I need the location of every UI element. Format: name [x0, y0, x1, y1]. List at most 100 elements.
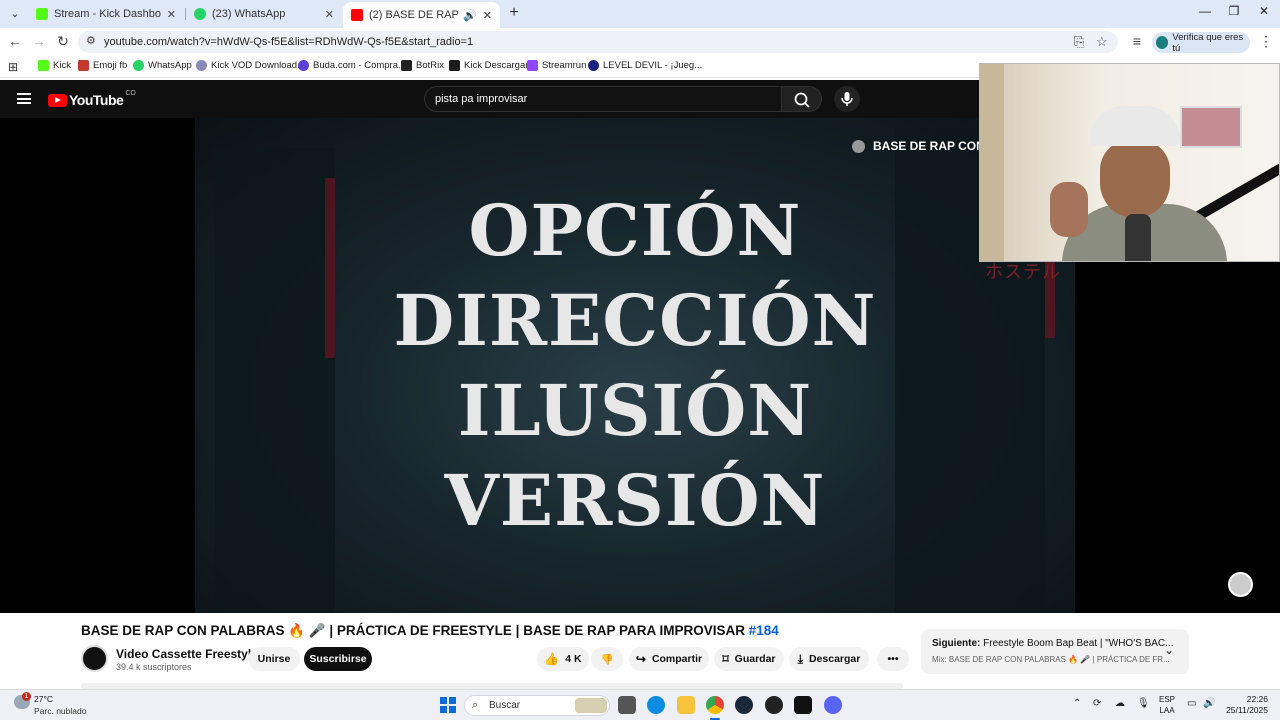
video-frame[interactable]: ホステル OPCIÓN DIRECCIÓN ILUSIÓN VERSIÓN	[195, 118, 1075, 613]
new-tab-button[interactable]: +	[505, 4, 523, 22]
tiktok-icon[interactable]	[794, 696, 812, 714]
reload-icon[interactable]: ↻	[54, 33, 72, 50]
voice-search-button[interactable]	[834, 86, 860, 112]
temperature[interactable]: 27°C	[34, 694, 53, 704]
edge-icon[interactable]	[647, 696, 665, 714]
system-clock[interactable]: 22:26 25/11/2025	[1222, 694, 1268, 716]
minimize-icon[interactable]: —	[1190, 4, 1220, 18]
bookmark-label: Buda.com - Compra...	[313, 60, 406, 71]
weather-condition[interactable]: Parc. nublado	[34, 706, 86, 716]
close-tab-icon[interactable]: ✕	[325, 8, 334, 21]
save-button[interactable]: ⌑ Guardar	[714, 647, 784, 671]
tab-whatsapp[interactable]: (23) WhatsApp ✕	[186, 2, 342, 26]
bookmark-level-devil[interactable]: LEVEL DEVIL - ¡Jueg...	[588, 60, 702, 71]
site-info-icon[interactable]: ⚙	[86, 34, 96, 47]
chevron-down-icon[interactable]: ⌄	[1164, 643, 1174, 657]
channel-watermark-icon[interactable]	[1228, 572, 1253, 597]
subscribe-button[interactable]: Suscribirse	[304, 647, 372, 671]
youtube-search-input[interactable]: pista pa improvisar	[424, 86, 782, 112]
tab-youtube-active[interactable]: (2) BASE DE RAP CON PALA 🔊 ✕	[343, 2, 500, 28]
verify-profile-button[interactable]: Verifica que eres tú	[1152, 32, 1250, 54]
taskbar-search-label: Buscar	[489, 700, 521, 711]
bookmark-whatsapp[interactable]: WhatsApp	[133, 60, 192, 71]
hashtag-link[interactable]: #184	[749, 623, 779, 638]
country-code: CO	[125, 89, 136, 97]
more-actions-button[interactable]: •••	[877, 647, 909, 671]
webcam-overlay	[979, 63, 1280, 262]
channel-avatar[interactable]	[81, 645, 108, 672]
chrome-menu-icon[interactable]: ⋮	[1259, 33, 1273, 50]
bookmark-kick-descargar[interactable]: Kick Descargar	[449, 60, 528, 71]
back-icon[interactable]: ←	[6, 33, 24, 49]
bookmark-streamrun[interactable]: Streamrun	[527, 60, 586, 71]
tab-search-icon[interactable]: ⌄	[6, 5, 24, 23]
youtube-wordmark: YouTube	[69, 92, 124, 108]
bookmark-kick-vod[interactable]: Kick VOD Download...	[196, 60, 305, 71]
up-next-card[interactable]: Siguiente: Freestyle Boom Bap Beat | "WH…	[921, 629, 1189, 674]
windows-start-icon[interactable]	[440, 697, 456, 713]
close-tab-icon[interactable]: ✕	[483, 9, 492, 22]
search-button[interactable]	[782, 86, 822, 112]
address-bar[interactable]: ⚙ youtube.com/watch?v=hWdW-Qs-f5E&list=R…	[78, 31, 1118, 53]
channel-name[interactable]: Video Cassette Freestyle	[116, 647, 258, 661]
video-overlay-title[interactable]: BASE DE RAP CON	[852, 139, 985, 153]
url-text[interactable]: youtube.com/watch?v=hWdW-Qs-f5E&list=RDh…	[104, 36, 473, 48]
obs-icon[interactable]	[765, 696, 783, 714]
subscriber-count: 39.4 k suscriptores	[116, 662, 192, 672]
kick-icon	[449, 60, 460, 71]
download-site-icon	[196, 60, 207, 71]
dislike-button[interactable]: 👎	[591, 647, 623, 671]
channel-mini-icon	[852, 139, 865, 153]
up-next-label: Siguiente:	[932, 638, 981, 649]
bookmark-botrix[interactable]: BotRix	[401, 60, 444, 71]
microphone-tray-icon[interactable]: 🎙	[1137, 698, 1150, 709]
media-controls-icon[interactable]: ≡	[1128, 33, 1146, 49]
bookmark-label: Kick Descargar	[464, 60, 529, 71]
install-app-icon[interactable]: ⎘	[1074, 34, 1084, 50]
forward-icon[interactable]: →	[30, 33, 48, 49]
bookmark-buda[interactable]: Buda.com - Compra...	[298, 60, 406, 71]
cloud-tray-icon[interactable]: ☁	[1115, 698, 1125, 709]
chrome-icon[interactable]	[706, 696, 724, 714]
display-icon[interactable]: ▭	[1187, 698, 1196, 709]
bookmark-star-icon[interactable]: ☆	[1096, 34, 1108, 50]
tray-overflow-icon[interactable]: ⌃	[1073, 698, 1081, 709]
task-view-icon[interactable]	[618, 696, 636, 714]
file-explorer-icon[interactable]	[677, 696, 695, 714]
language-indicator[interactable]: ESP LAA	[1159, 694, 1175, 716]
kick-icon	[38, 60, 49, 71]
join-button[interactable]: Unirse	[248, 647, 300, 671]
speaker-icon[interactable]: 🔊	[463, 9, 477, 22]
save-label: Guardar	[734, 653, 776, 665]
steam-icon[interactable]	[735, 696, 753, 714]
whatsapp-icon	[133, 60, 144, 71]
thumbs-up-icon: 👍	[544, 652, 560, 666]
download-button[interactable]: ⤓ Descargar	[789, 647, 869, 671]
webcam-background-door	[980, 64, 1004, 261]
discord-icon[interactable]	[824, 696, 842, 714]
close-tab-icon[interactable]: ✕	[167, 8, 176, 21]
mic-arm	[1194, 157, 1279, 221]
like-button[interactable]: 👍 4 K	[537, 647, 589, 671]
tab-kick-dashboard[interactable]: Stream - Kick Dashboard ✕	[28, 2, 184, 26]
taskbar-search[interactable]: ⌕ Buscar	[464, 695, 610, 716]
search-icon	[794, 92, 810, 108]
bookmark-label: BotRix	[416, 60, 444, 71]
youtube-logo[interactable]: YouTube CO	[48, 89, 136, 108]
lyric-word: DIRECCIÓN	[393, 279, 877, 362]
window-close-icon[interactable]: ✕	[1249, 4, 1279, 18]
hamburger-menu-icon[interactable]	[17, 93, 31, 104]
streamer-hand	[1050, 182, 1088, 237]
bookmark-emoji-fb[interactable]: Emoji fb	[78, 60, 127, 71]
bookmark-kick[interactable]: Kick	[38, 60, 71, 71]
restore-icon[interactable]: ❐	[1219, 4, 1249, 18]
volume-icon[interactable]: 🔊	[1203, 698, 1215, 709]
streamer-hat	[1090, 106, 1180, 146]
share-button[interactable]: ↪ Compartir	[629, 647, 709, 671]
lyric-word: VERSIÓN	[444, 459, 826, 542]
download-icon: ⤓	[797, 651, 803, 666]
like-count: 4 K	[565, 653, 582, 665]
weather-badge: 1	[22, 692, 31, 701]
sync-icon[interactable]: ⟳	[1093, 698, 1101, 709]
apps-grid-icon[interactable]: ⊞	[8, 60, 18, 74]
